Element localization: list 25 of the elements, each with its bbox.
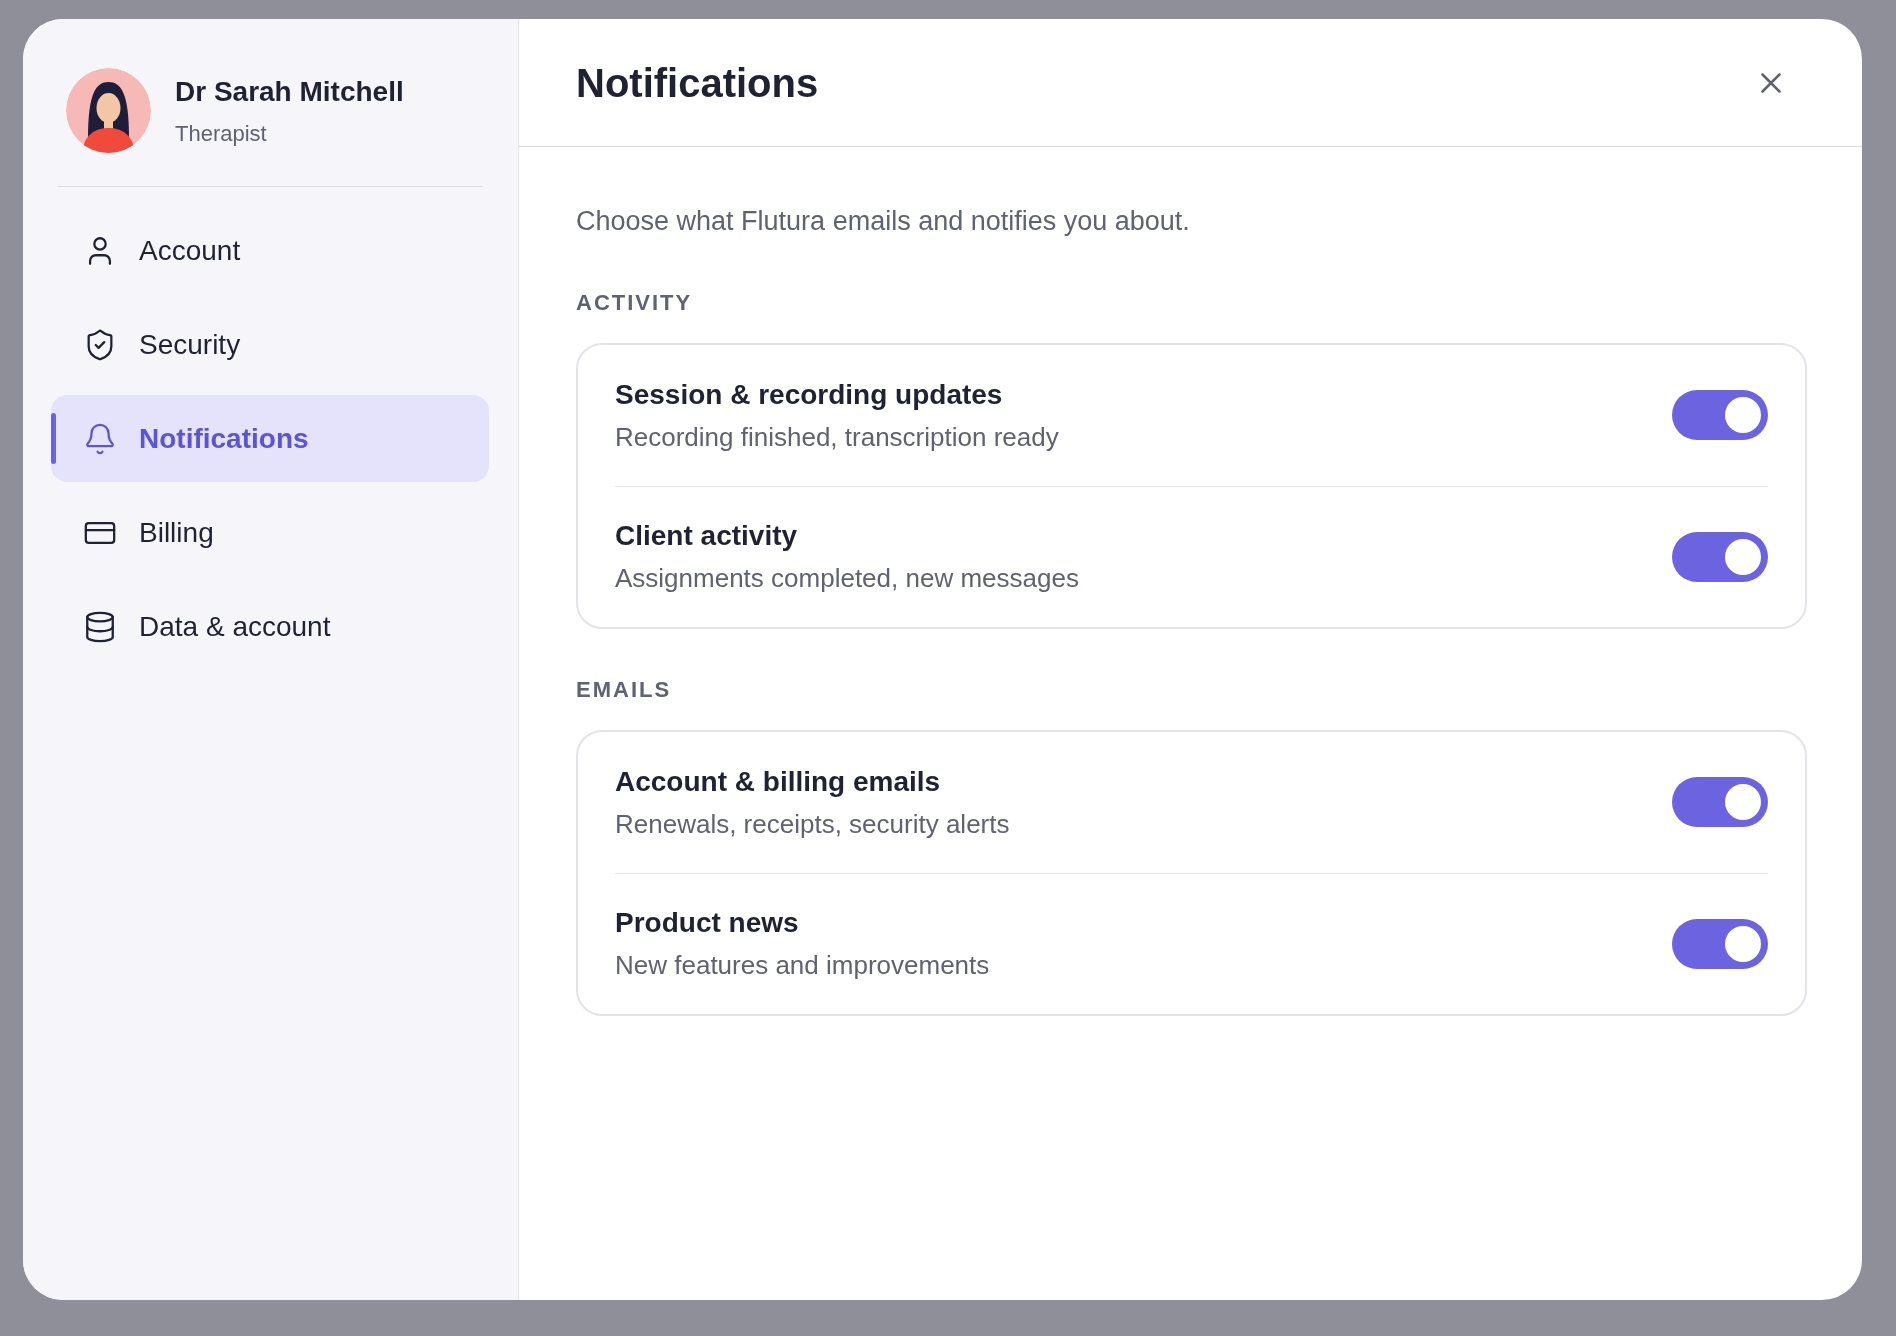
profile-role: Therapist — [175, 120, 268, 148]
setting-description: Assignments completed, new messages — [615, 562, 1079, 595]
section-heading: EMAILS — [576, 675, 673, 704]
setting-description: New features and improvements — [615, 949, 990, 982]
toggle-switch[interactable] — [1672, 777, 1768, 827]
setting-title: Session & recording updates — [615, 377, 1004, 412]
intro-text: Choose what Flutura emails and notifies you about. — [576, 205, 1191, 238]
setting-title: Client activity — [615, 519, 799, 553]
toggle-switch[interactable] — [1672, 531, 1768, 582]
setting-title: Product news — [615, 906, 800, 940]
sidebar-item[interactable]: Data & account — [51, 583, 489, 670]
setting-description: Renewals, receipts, security alerts — [615, 807, 1010, 841]
sidebar-item[interactable]: Security — [51, 301, 489, 388]
dialog-title: Notifications — [576, 59, 819, 107]
toggle-switch[interactable] — [1672, 390, 1768, 440]
toggle-switch[interactable] — [1672, 918, 1768, 969]
database-icon — [83, 609, 117, 644]
profile-name: Dr Sarah Mitchell — [175, 75, 404, 109]
bell-icon — [83, 421, 117, 456]
setting-description: Recording finished, transcription ready — [615, 420, 1059, 454]
sidebar-item[interactable]: Account — [51, 207, 489, 294]
section-heading: ACTIVITY — [576, 288, 694, 317]
setting-title: Account & billing emails — [615, 764, 942, 799]
sidebar-item[interactable]: Notifications — [51, 395, 489, 482]
sidebar-item[interactable]: Billing — [51, 489, 489, 576]
